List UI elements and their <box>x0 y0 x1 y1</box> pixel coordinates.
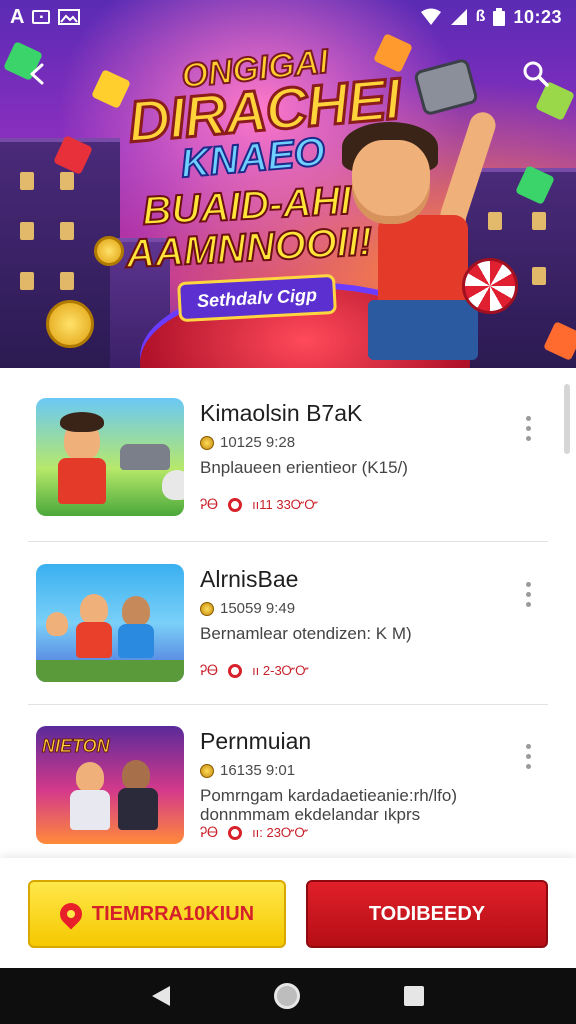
action-bar: TIEMRRA10KIUN TODIBEEDY <box>0 858 576 968</box>
wifi-icon <box>420 8 441 25</box>
item-description: Pomrngam kardadaetieanie:rh/lfo) donnmma… <box>200 786 458 824</box>
nav-back-icon[interactable] <box>152 986 170 1006</box>
hero-banner[interactable]: ONGIGAI DIRACHEI KNAEO BUAID-AHI AAMNNOO… <box>0 0 576 368</box>
item-stat-text: ıı11 33ᏅᏅ <box>252 496 319 512</box>
image-icon <box>58 9 81 25</box>
list-item[interactable]: NIETON Pernmuian 16135 9:01 Pomrngam kar… <box>0 696 576 858</box>
battery-icon <box>493 8 506 26</box>
secondary-action-button[interactable]: TODIBEEDY <box>306 880 548 948</box>
status-right: ß 10:23 <box>420 7 562 28</box>
coin-icon <box>200 763 214 778</box>
item-description: Bernamlear otendizen: K M) <box>200 624 412 643</box>
primary-action-button[interactable]: TIEMRRA10KIUN <box>28 880 286 948</box>
primary-action-label: TIEMRRA10KIUN <box>91 902 255 925</box>
item-title: Kimaolsin B7aK <box>200 400 363 426</box>
stat-a-icon: ᎮᎾ <box>200 662 219 678</box>
item-thumbnail[interactable] <box>36 398 184 516</box>
stat-a-icon: ᎮᎾ <box>200 824 219 840</box>
item-thumbnail[interactable]: NIETON <box>36 726 184 844</box>
item-meta: 16135 9:01 <box>200 762 295 779</box>
hero-character-body <box>378 215 468 310</box>
item-title: AlrnisBae <box>200 566 299 592</box>
bluetooth-icon: ß <box>475 8 486 25</box>
nav-recents-icon[interactable] <box>404 986 424 1006</box>
item-meta-text: 10125 9:28 <box>220 434 296 451</box>
back-button[interactable] <box>16 52 60 96</box>
list-item[interactable]: AlrnisBae 15059 9:49 Bernamlear otendize… <box>0 534 576 696</box>
hero-gadget <box>413 57 479 117</box>
thumbnail-word: NIETON <box>42 736 111 757</box>
system-nav-bar <box>0 968 576 1024</box>
secondary-action-label: TODIBEEDY <box>368 902 486 925</box>
item-stat-text: ıı 2-3ᏅᏅ <box>252 662 310 678</box>
coin-icon <box>200 435 214 450</box>
coin-decoration <box>46 300 94 348</box>
search-button[interactable] <box>514 52 558 96</box>
item-stat-text: ıı: 23ᏅᏅ <box>252 824 309 840</box>
status-bar: A ▪ ß 10:23 <box>0 0 576 34</box>
stat-b-icon <box>228 825 243 840</box>
status-time: 10:23 <box>513 6 562 27</box>
search-icon <box>523 61 549 87</box>
item-stats: ᎮᎾ ıı 2-3ᏅᏅ <box>200 662 309 679</box>
more-options-icon[interactable] <box>516 736 540 776</box>
stat-b-icon <box>228 497 243 512</box>
signal-icon <box>450 9 467 25</box>
item-meta-text: 16135 9:01 <box>220 762 296 779</box>
hero-pill[interactable]: Sethdalv Cigp <box>177 273 337 323</box>
coin-icon <box>200 601 214 616</box>
item-title: Pernmuian <box>200 728 312 754</box>
status-left: A ▪ <box>10 6 81 28</box>
nav-home-icon[interactable] <box>274 983 300 1009</box>
item-stats: ᎮᎾ ıı11 33ᏅᏅ <box>200 496 318 513</box>
stat-b-icon <box>228 663 243 678</box>
item-thumbnail[interactable] <box>36 564 184 682</box>
item-meta: 15059 9:49 <box>200 600 295 617</box>
notification-box-icon: ▪ <box>32 10 51 24</box>
item-stats: ᎮᎾ ıı: 23ᏅᏅ <box>200 824 308 841</box>
back-arrow-icon <box>30 63 44 85</box>
game-list[interactable]: Kimaolsin B7aK 10125 9:28 Bnplaueen erie… <box>0 368 576 858</box>
more-options-icon[interactable] <box>516 574 540 614</box>
stat-a-icon: ᎮᎾ <box>200 496 219 512</box>
more-options-icon[interactable] <box>516 408 540 448</box>
item-meta: 10125 9:28 <box>200 434 295 451</box>
item-meta-text: 15059 9:49 <box>220 600 296 617</box>
item-description: Bnplaueen erientieor (K15/) <box>200 458 408 477</box>
hero-headline: BUAID-AHI AAMNNOOII! <box>116 178 380 278</box>
list-item[interactable]: Kimaolsin B7aK 10125 9:28 Bnplaueen erie… <box>0 368 576 530</box>
notification-a-icon: A <box>10 6 25 28</box>
location-pin-icon <box>55 898 87 930</box>
poker-chip-decoration <box>462 258 518 314</box>
hero-character-shorts <box>368 300 478 360</box>
